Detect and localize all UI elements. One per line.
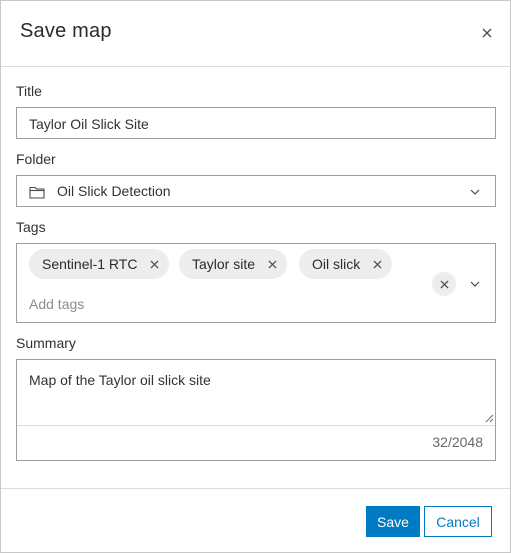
dialog-header: Save map [1, 1, 510, 67]
folder-label: Folder [16, 151, 56, 167]
tags-label: Tags [16, 219, 46, 235]
folder-select-value: Oil Slick Detection [57, 183, 171, 199]
save-map-dialog: Save map Title Taylor Oil Slick Site Fol… [0, 0, 511, 553]
cancel-button[interactable]: Cancel [424, 506, 492, 537]
title-label: Title [16, 83, 42, 99]
summary-textarea-value: Map of the Taylor oil slick site [29, 372, 211, 388]
folder-icon [29, 186, 45, 199]
close-icon [268, 259, 277, 269]
remove-tag-button[interactable] [267, 259, 277, 269]
summary-label: Summary [16, 335, 76, 351]
tag-chip-label: Sentinel-1 RTC [42, 256, 138, 272]
tag-chip: Oil slick [299, 249, 393, 279]
close-icon [150, 259, 159, 269]
tag-chip-label: Taylor site [192, 256, 256, 272]
summary-field: Map of the Taylor oil slick site 32/2048 [16, 359, 496, 461]
title-input[interactable]: Taylor Oil Slick Site [16, 107, 496, 139]
tags-combobox[interactable]: Sentinel-1 RTC Taylor site Oil slick Add… [16, 243, 496, 323]
remove-tag-button[interactable] [149, 259, 159, 269]
close-icon [373, 259, 382, 269]
add-tags-input[interactable]: Add tags [29, 296, 84, 312]
tag-chip-label: Oil slick [312, 256, 361, 272]
folder-select[interactable]: Oil Slick Detection [16, 175, 496, 207]
save-button[interactable]: Save [366, 506, 420, 537]
tag-chip: Sentinel-1 RTC [29, 249, 170, 279]
close-icon [439, 279, 449, 289]
clear-tags-button[interactable] [432, 272, 456, 296]
close-icon [482, 28, 492, 38]
chevron-down-icon [470, 189, 480, 195]
dialog-title: Save map [20, 20, 112, 42]
summary-char-count: 32/2048 [432, 434, 483, 450]
close-button[interactable] [477, 23, 497, 43]
resize-handle-icon[interactable] [484, 413, 494, 423]
footer-divider [1, 488, 510, 489]
chevron-down-icon[interactable] [469, 278, 481, 290]
summary-textarea[interactable]: Map of the Taylor oil slick site [17, 360, 495, 426]
title-input-value: Taylor Oil Slick Site [29, 116, 149, 132]
tag-chip: Taylor site [179, 249, 288, 279]
remove-tag-button[interactable] [372, 259, 382, 269]
